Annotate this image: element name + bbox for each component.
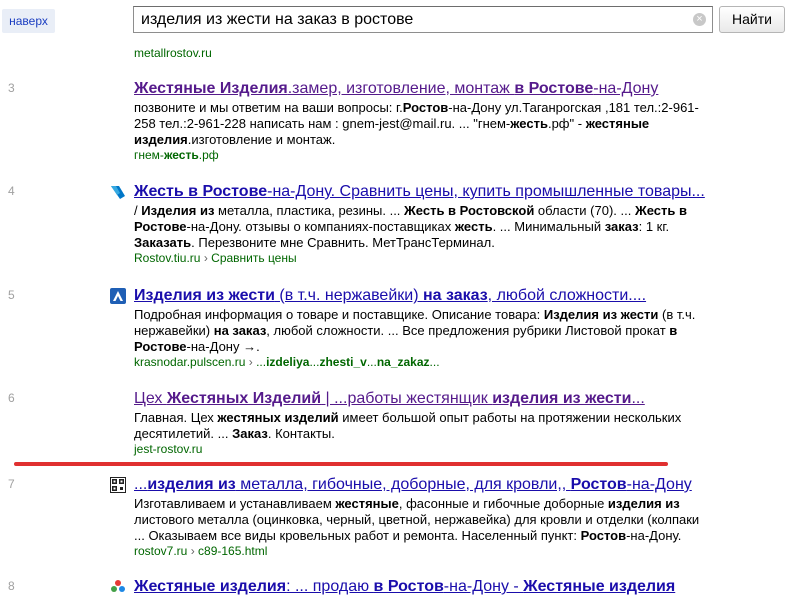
result-number: 8 [8,579,15,593]
result-number: 5 [8,288,15,302]
result-url[interactable]: metallrostov.ru [134,46,212,60]
annotation-red-line [14,462,668,466]
result-number: 4 [8,184,15,198]
find-button[interactable]: Найти [719,6,785,33]
tiu-favicon-icon [111,186,125,199]
result-snippet: Подробная информация о товаре и поставщи… [134,307,696,354]
result-number: 3 [8,81,15,95]
result-title-link[interactable]: Жестяные изделия: ... продаю в Ростов-на… [134,577,734,596]
result-snippet: / Изделия из металла, пластика, резины. … [134,203,687,250]
result-snippet: Изготавливаем и устанавливаем жестяные, … [134,496,700,543]
back-to-top-button[interactable]: наверх [2,9,55,33]
result-url[interactable]: krasnodar.pulscen.ru › ...izdeliya...zhe… [134,355,440,370]
result-snippet: позвоните и мы ответим на ваши вопросы: … [134,100,699,147]
result-title-link[interactable]: Жесть в Ростове-на-Дону. Сравнить цены, … [134,182,734,201]
search-box[interactable]: × [133,6,713,33]
search-header: наверх × Найти [0,0,802,40]
result-url[interactable]: rostov7.ru › c89-165.html [134,544,267,559]
result-title-link[interactable]: Цех Жестяных Изделий | ...работы жестянщ… [134,389,734,408]
pulscen-favicon-icon [110,288,126,304]
result-title-link[interactable]: Изделия из жести (в т.ч. нержавейки) на … [134,286,734,305]
result-number: 7 [8,477,15,491]
result-url[interactable]: jest-rostov.ru [134,442,202,457]
rostov7-favicon-icon [110,477,126,493]
result-title-link[interactable]: ...изделия из металла, гибочные, доборны… [134,475,734,494]
result-url[interactable]: Rostov.tiu.ru › Сравнить цены [134,251,297,266]
result-url[interactable]: гнем-жесть.рф [134,148,219,163]
result-snippet: Главная. Цех жестяных изделий имеет боль… [134,410,682,441]
search-input[interactable] [141,9,686,30]
result-number: 6 [8,391,15,405]
result-title-link[interactable]: Жестяные Изделия.замер, изготовление, мо… [134,79,734,98]
clear-icon[interactable]: × [693,13,706,26]
flower-favicon-icon [111,580,125,592]
